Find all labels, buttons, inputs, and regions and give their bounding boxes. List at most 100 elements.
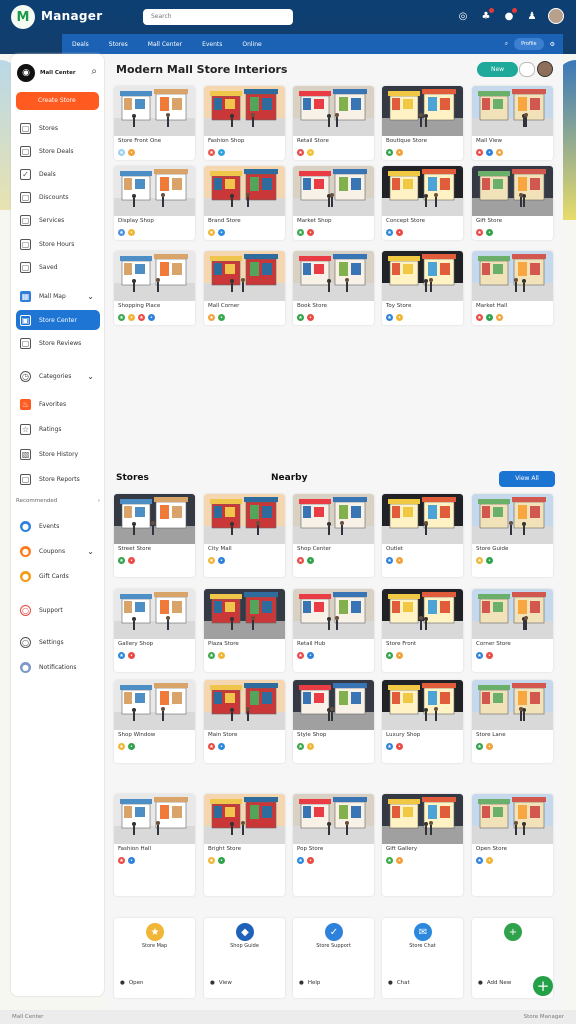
nearby-card[interactable]: Shop Center ★ • (293, 494, 374, 577)
nearby-card[interactable]: Retail Hub ★ • (293, 589, 374, 672)
sidebar-item-settings[interactable]: ○ Settings (16, 632, 100, 652)
store-card[interactable]: Mall View ★ • ★ (472, 86, 553, 160)
nearby-card[interactable]: Street Store ★ • (114, 494, 195, 577)
chevron-down-icon[interactable]: ⌄ (87, 292, 94, 301)
sidebar-item-notifications[interactable]: ● Notifications (16, 657, 100, 677)
bottom-tile[interactable]: ✓ Store Support ● Help (293, 918, 374, 998)
store-thumbnail[interactable] (114, 680, 195, 730)
store-thumbnail[interactable] (114, 494, 195, 544)
sidebar-item-coupons[interactable]: ● Coupons ⌄ (16, 541, 100, 561)
settings-icon[interactable]: ⚙ (550, 41, 555, 48)
store-card[interactable]: Retail Store ★ • (293, 86, 374, 160)
profile-icon[interactable]: ♟ (525, 9, 539, 23)
chevron-down-icon[interactable]: ⌄ (87, 372, 94, 381)
store-thumbnail[interactable] (204, 166, 285, 216)
nearby-card[interactable]: Open Store ★ • (472, 794, 553, 896)
store-card[interactable]: Book Store ★ • (293, 251, 374, 325)
tab-deals[interactable]: Deals (62, 41, 99, 48)
store-thumbnail[interactable] (293, 251, 374, 301)
store-thumbnail[interactable] (293, 166, 374, 216)
nearby-card[interactable]: City Mall ★ • (204, 494, 285, 577)
store-thumbnail[interactable] (293, 86, 374, 136)
nearby-card[interactable]: Style Shop ★ • (293, 680, 374, 763)
store-thumbnail[interactable] (472, 494, 553, 544)
store-card[interactable]: Shopping Place ★ • ★ • (114, 251, 195, 325)
store-card[interactable]: Fashion Shop ★ • (204, 86, 285, 160)
store-thumbnail[interactable] (472, 251, 553, 301)
sidebar-item-support[interactable]: ○ Support (16, 600, 100, 620)
nearby-card[interactable]: Store Guide ★ • (472, 494, 553, 577)
user-avatar[interactable] (537, 61, 553, 77)
store-card[interactable]: Boutique Store ★ • (382, 86, 463, 160)
brand-logo[interactable]: M (11, 5, 35, 29)
sidebar-item-saved[interactable]: ▢ Saved (16, 257, 100, 277)
chevron-right-icon[interactable]: › (98, 498, 100, 504)
sidebar-item-store-center[interactable]: ▣ Store Center (16, 310, 100, 330)
nav-profile-pill[interactable]: Profile (514, 38, 544, 50)
sidebar-logo[interactable]: ◉ (17, 64, 35, 82)
bell-icon[interactable]: ♣ (479, 8, 494, 23)
message-icon[interactable]: ● (502, 8, 517, 23)
sidebar-item-mall-map[interactable]: ▦ Mall Map ⌄ (16, 286, 100, 306)
sidebar-item-store-hours[interactable]: ▢ Store Hours (16, 234, 100, 254)
store-thumbnail[interactable] (472, 589, 553, 639)
store-thumbnail[interactable] (382, 494, 463, 544)
store-card[interactable]: Toy Store ★ • (382, 251, 463, 325)
store-card[interactable]: Concept Store ★ • (382, 166, 463, 240)
store-thumbnail[interactable] (204, 589, 285, 639)
sidebar-item-deals[interactable]: ✓ Deals (16, 164, 100, 184)
store-card[interactable]: Brand Store ★ • (204, 166, 285, 240)
store-thumbnail[interactable] (114, 86, 195, 136)
nearby-card[interactable]: Fashion Hall ★ • (114, 794, 195, 896)
new-button[interactable]: New (477, 62, 518, 77)
store-card[interactable]: Market Hall ★ • ★ (472, 251, 553, 325)
store-thumbnail[interactable] (204, 794, 285, 844)
sidebar-item-stores[interactable]: ▢ Stores (16, 118, 100, 138)
store-thumbnail[interactable] (382, 680, 463, 730)
sidebar-item-gift-cards[interactable]: ● Gift Cards (16, 566, 100, 586)
nearby-card[interactable]: Store Front ★ • (382, 589, 463, 672)
nearby-card[interactable]: Shop Window ★ • (114, 680, 195, 763)
store-thumbnail[interactable] (204, 251, 285, 301)
tab-stores[interactable]: Stores (99, 41, 138, 48)
sidebar-item-store-history[interactable]: ▧ Store History (16, 444, 100, 464)
sidebar-item-discounts[interactable]: ▢ Discounts (16, 187, 100, 207)
tab-mall-center[interactable]: Mall Center (138, 41, 192, 48)
view-all-button[interactable]: View All (499, 471, 555, 487)
search-icon[interactable]: ⌕ (91, 66, 97, 77)
store-card[interactable]: Display Shop ★ • (114, 166, 195, 240)
store-thumbnail[interactable] (293, 794, 374, 844)
bottom-tile[interactable]: ★ Store Map ● Open (114, 918, 195, 998)
nearby-card[interactable]: Gift Gallery ★ • (382, 794, 463, 896)
store-thumbnail[interactable] (472, 794, 553, 844)
store-thumbnail[interactable] (472, 86, 553, 136)
search-icon[interactable]: ⌕ (505, 40, 508, 48)
store-thumbnail[interactable] (472, 680, 553, 730)
user-avatar[interactable] (548, 8, 564, 24)
nearby-card[interactable]: Store Lane ★ • (472, 680, 553, 763)
nearby-card[interactable]: Main Store ★ • (204, 680, 285, 763)
store-thumbnail[interactable] (293, 589, 374, 639)
store-thumbnail[interactable] (382, 589, 463, 639)
help-icon[interactable]: ◎ (456, 9, 470, 23)
global-search-input[interactable]: Search (143, 9, 293, 25)
sidebar-item-store-reports[interactable]: ▢ Store Reports (16, 469, 100, 489)
nearby-card[interactable]: Gallery Shop ★ • (114, 589, 195, 672)
floating-add-button[interactable]: + (533, 976, 553, 996)
store-thumbnail[interactable] (204, 494, 285, 544)
store-thumbnail[interactable] (204, 86, 285, 136)
nearby-card[interactable]: Bright Store ★ • (204, 794, 285, 896)
sidebar-item-favorites[interactable]: ♨ Favorites (16, 394, 100, 414)
sidebar-item-events[interactable]: ● Events (16, 516, 100, 536)
store-card[interactable]: Market Shop ★ • (293, 166, 374, 240)
store-thumbnail[interactable] (293, 680, 374, 730)
bottom-tile[interactable]: ✉ Store Chat ● Chat (382, 918, 463, 998)
store-thumbnail[interactable] (382, 86, 463, 136)
chevron-down-icon[interactable]: ⌄ (87, 547, 94, 556)
tab-events[interactable]: Events (192, 41, 232, 48)
sidebar-item-ratings[interactable]: ☆ Ratings (16, 419, 100, 439)
store-card[interactable]: Gift Store ★ • (472, 166, 553, 240)
store-thumbnail[interactable] (472, 166, 553, 216)
tab-online[interactable]: Online (232, 41, 271, 48)
nearby-card[interactable]: Plaza Store ★ • (204, 589, 285, 672)
